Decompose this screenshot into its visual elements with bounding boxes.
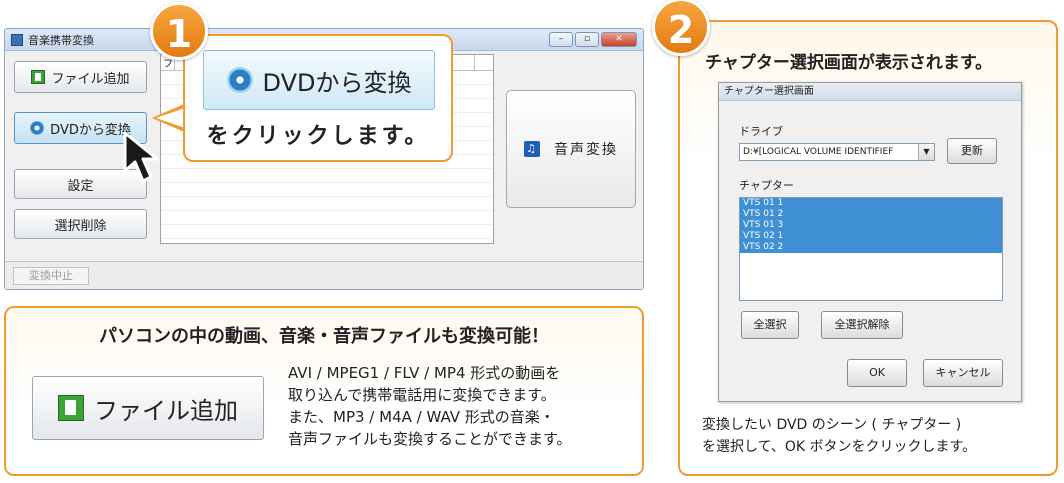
settings-label: 設定 [67,178,94,194]
dvd-icon [30,121,45,135]
status-bar: 変換中止 [5,261,643,289]
info-line: 音声ファイルも変換することができます。 [288,430,572,448]
close-icon[interactable]: ✕ [601,32,637,47]
add-file-button[interactable]: ファイル追加 [14,61,147,93]
dvd-icon [226,67,253,93]
list-item[interactable] [161,225,493,239]
info-box: パソコンの中の動画、音楽・音声ファイルも変換可能！ ファイル追加 AVI / M… [4,306,644,476]
step2-caption: 変換したい DVD のシーン ( チャプター ) を選択して、OK ボタンをクリ… [702,414,1042,458]
add-file-button-zoomed: ファイル追加 [32,376,264,440]
list-item[interactable] [161,211,493,225]
drive-value: D:¥[LOGICAL VOLUME IDENTIFIEF [743,147,894,157]
list-item[interactable]: VTS 01 2 [740,209,1002,220]
info-line: AVI / MPEG1 / FLV / MP4 形式の動画を [288,364,561,382]
maximize-icon[interactable]: ▫ [575,32,599,47]
drive-select[interactable]: D:¥[LOGICAL VOLUME IDENTIFIEF ▼ [739,143,935,161]
info-line: また、MP3 / M4A / WAV 形式の音楽・ [288,408,555,426]
minimize-icon[interactable]: – [549,32,573,47]
list-item[interactable] [161,169,493,183]
caption-line: を選択して、OK ボタンをクリックします。 [702,439,977,455]
window-title: 音楽携帯変換 [28,33,94,47]
list-item[interactable]: VTS 02 1 [740,231,1002,242]
chevron-down-icon[interactable]: ▼ [918,144,934,160]
refresh-button[interactable]: 更新 [947,138,997,164]
dvd-convert-label: DVDから変換 [50,122,131,138]
info-description: AVI / MPEG1 / FLV / MP4 形式の動画を 取り込んで携帯電話… [288,362,638,450]
info-line: 取り込んで携帯電話用に変換できます。 [288,386,556,404]
step1-instruction: をクリックします。 [206,124,430,149]
drive-label: ドライブ [739,125,783,138]
step1-button-label: DVDから変換 [262,68,412,97]
chapter-label: チャプター [739,179,794,192]
delete-selected-label: 選択削除 [54,218,107,234]
list-item[interactable] [161,183,493,197]
step1-badge: 1 [150,2,208,60]
step1-callout: DVDから変換 をクリックします。 [183,34,453,162]
delete-selected-button[interactable]: 選択削除 [14,209,147,239]
stop-convert-button[interactable]: 変換中止 [13,267,89,285]
info-title: パソコンの中の動画、音楽・音声ファイルも変換可能！ [99,326,549,347]
file-icon [58,395,84,421]
add-file-label: ファイル追加 [51,71,130,87]
convert-audio-button[interactable]: ♫ 音声変換 [506,90,636,208]
mouse-cursor-icon [123,131,159,183]
ok-button[interactable]: OK [847,359,907,387]
chapter-select-dialog: チャプター選択画面 ドライブ D:¥[LOGICAL VOLUME IDENTI… [718,82,1022,402]
info-button-label: ファイル追加 [94,396,238,425]
deselect-all-button[interactable]: 全選択解除 [821,311,903,339]
list-item[interactable]: VTS 01 3 [740,220,1002,231]
step2-title: チャプター選択画面が表示されます。 [705,53,993,73]
select-all-button[interactable]: 全選択 [741,311,799,339]
list-item[interactable]: VTS 01 1 [740,198,1002,209]
list-item[interactable]: VTS 02 2 [740,242,1002,253]
caption-line: 変換したい DVD のシーン ( チャプター ) [702,417,962,433]
chapter-list[interactable]: VTS 01 1 VTS 01 2 VTS 01 3 VTS 02 1 VTS … [739,197,1003,301]
app-icon [11,33,23,46]
callout-pointer-inner [156,108,185,128]
step2-panel: チャプター選択画面が表示されます。 チャプター選択画面 ドライブ D:¥[LOG… [678,20,1058,476]
dvd-convert-button-zoomed: DVDから変換 [203,50,435,110]
music-note-icon: ♫ [524,141,540,157]
dialog-title: チャプター選択画面 [719,83,1021,101]
file-icon [31,70,46,84]
list-item[interactable] [161,197,493,211]
convert-audio-label: 音声変換 [554,142,618,158]
step2-badge: 2 [652,0,710,56]
cancel-button[interactable]: キャンセル [923,359,1003,387]
window-controls: – ▫ ✕ [549,32,637,47]
